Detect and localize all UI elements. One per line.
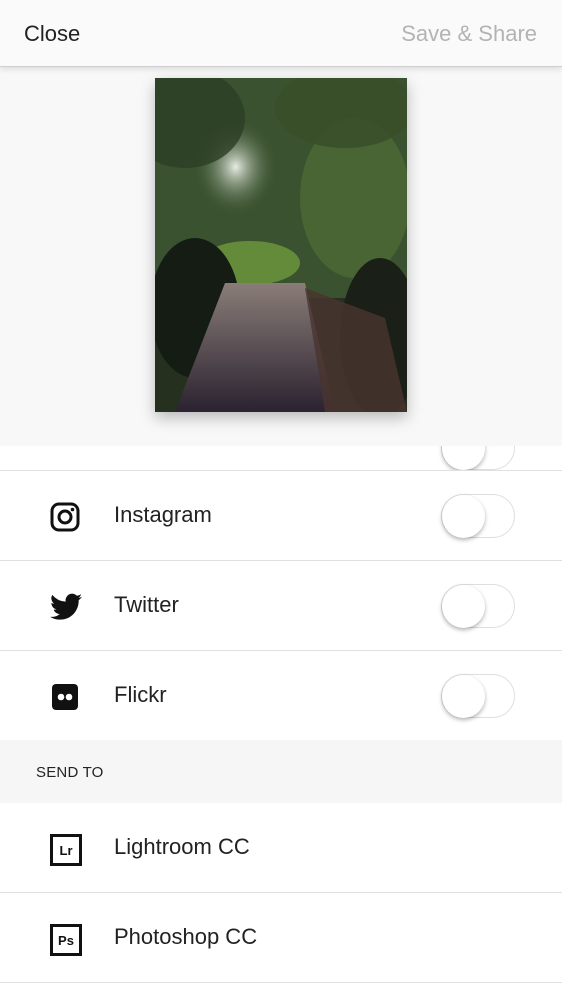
- lightroom-badge: Lr: [50, 834, 82, 866]
- close-button[interactable]: Close: [24, 21, 80, 47]
- section-title: SEND TO: [36, 764, 104, 781]
- photoshop-icon: Ps: [50, 924, 82, 956]
- send-label: Lightroom CC: [114, 834, 250, 859]
- send-row-photoshop[interactable]: Ps Photoshop CC: [0, 893, 562, 983]
- instagram-icon: [50, 502, 80, 532]
- share-row-flickr[interactable]: Flickr: [0, 651, 562, 740]
- flickr-icon: [50, 682, 80, 712]
- flickr-toggle[interactable]: [441, 674, 515, 718]
- top-bar: Close Save & Share: [0, 0, 562, 67]
- partial-toggle[interactable]: [441, 446, 515, 470]
- instagram-toggle[interactable]: [441, 494, 515, 538]
- share-label: Instagram: [114, 502, 212, 527]
- share-row-twitter[interactable]: Twitter: [0, 561, 562, 651]
- send-to-section-header: SEND TO: [0, 740, 562, 803]
- image-preview-area: [0, 66, 562, 446]
- toggle-knob: [442, 495, 485, 538]
- share-row-instagram[interactable]: Instagram: [0, 471, 562, 561]
- toggle-knob: [442, 675, 485, 718]
- share-label: Twitter: [114, 592, 179, 617]
- toggle-knob: [442, 585, 485, 628]
- twitter-icon: [50, 592, 82, 622]
- send-row-lightroom[interactable]: Lr Lightroom CC: [0, 803, 562, 893]
- lightroom-icon: Lr: [50, 834, 82, 866]
- photoshop-badge: Ps: [50, 924, 82, 956]
- toggle-knob: [442, 446, 485, 470]
- send-label: Photoshop CC: [114, 924, 258, 949]
- save-share-button[interactable]: Save & Share: [401, 21, 537, 47]
- share-label: Flickr: [114, 682, 167, 707]
- partial-share-row: [0, 446, 562, 471]
- photo-preview: [155, 78, 407, 412]
- twitter-toggle[interactable]: [441, 584, 515, 628]
